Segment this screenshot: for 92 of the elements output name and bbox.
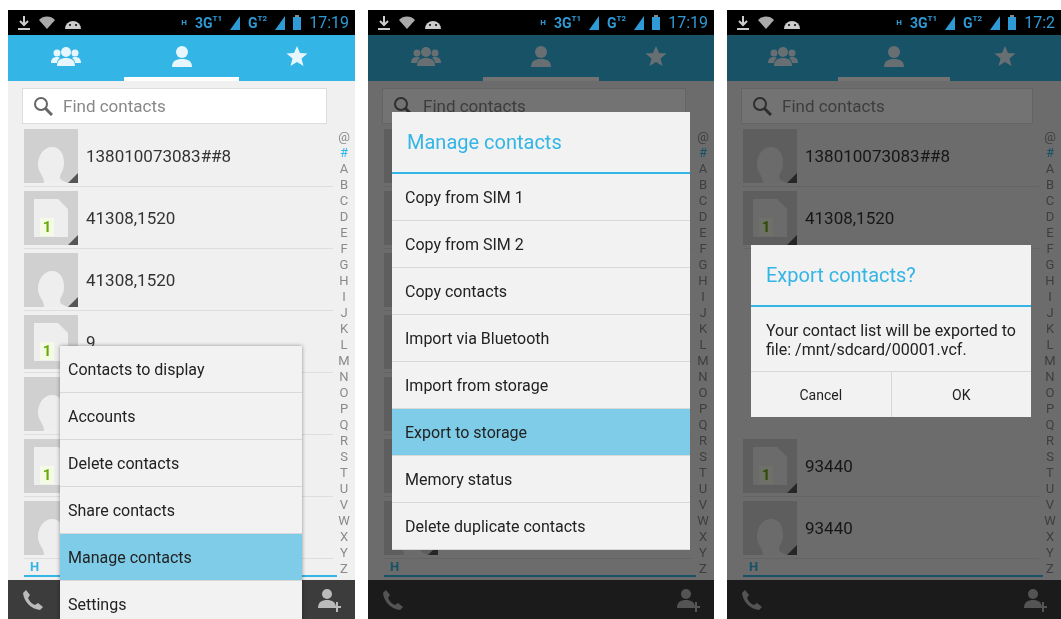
index-letter[interactable]: C (339, 193, 349, 209)
index-letter[interactable]: Y (340, 545, 348, 561)
contact-name[interactable]: 138010073083##8 (86, 145, 232, 166)
wifi-icon (39, 16, 55, 29)
dialog-title: Export contacts? (751, 245, 1031, 307)
contact-name[interactable]: 41308,1520 (86, 207, 176, 228)
data-type-label: H (181, 18, 187, 27)
star-icon (286, 45, 309, 67)
clock-time: 17:19 (668, 13, 708, 32)
index-letter[interactable]: # (1046, 145, 1054, 161)
phone-icon[interactable] (22, 588, 44, 611)
index-letter[interactable]: P (339, 401, 349, 417)
group-icon (767, 45, 798, 67)
contact-name[interactable]: 93440 (805, 455, 853, 476)
index-letter[interactable]: L (340, 337, 348, 353)
signal-icon (275, 15, 286, 30)
group-icon (410, 45, 441, 67)
menu-item[interactable]: Manage contacts (60, 534, 302, 581)
contact-name[interactable]: 41308,1520 (805, 207, 895, 228)
menu-item[interactable]: Accounts (60, 393, 302, 440)
index-letter[interactable]: K (339, 321, 349, 337)
add-contact-icon[interactable] (317, 587, 341, 612)
dialog-button[interactable]: OK (890, 372, 1031, 417)
index-letter[interactable]: # (340, 145, 348, 161)
index-letter[interactable]: Q (339, 417, 349, 433)
index-letter[interactable]: U (339, 481, 349, 497)
index-letter[interactable]: F (340, 241, 348, 257)
signal-icon (945, 15, 956, 30)
group-icon (50, 45, 81, 67)
index-letter[interactable]: I (342, 289, 346, 305)
index-letter[interactable]: J (340, 305, 348, 321)
person-icon (883, 45, 905, 67)
wifi-icon (399, 16, 415, 29)
index-letter[interactable]: A (339, 161, 349, 177)
index-letter[interactable]: R (340, 433, 348, 449)
data-type-label: H (896, 18, 902, 27)
index-letter[interactable]: G (339, 257, 349, 273)
signal-icon (990, 15, 1001, 30)
dialog-option[interactable]: Copy contacts (392, 268, 690, 315)
dialog-option[interactable]: Copy from SIM 1 (392, 174, 690, 221)
contact-name[interactable]: 138010073083##8 (805, 145, 951, 166)
contact-name[interactable]: 41308,1520 (86, 269, 176, 290)
dialog-option[interactable]: Memory status (392, 456, 690, 503)
index-letter[interactable]: V (339, 497, 349, 513)
index-letter[interactable]: H (339, 273, 349, 289)
index-letter[interactable]: O (339, 385, 349, 401)
index-letter[interactable]: W (338, 513, 350, 529)
wifi-icon (758, 16, 774, 29)
menu-item[interactable]: Delete contacts (60, 440, 302, 487)
index-letter[interactable]: # (699, 145, 707, 161)
signal-icon (589, 15, 600, 30)
dialog-message: Your contact list will be exported to file: /mnt/sdcard/00001.vcf. (765, 320, 1017, 361)
dialog-title: Manage contacts (392, 112, 690, 174)
index-letter[interactable]: D (339, 209, 349, 225)
contact-name[interactable]: 93440 (805, 517, 853, 538)
data-type-label: H (540, 18, 546, 27)
index-letter[interactable]: @ (1044, 129, 1056, 145)
star-icon (994, 45, 1017, 67)
index-letter[interactable]: M (338, 353, 350, 369)
dialog-option[interactable]: Delete duplicate contacts (392, 503, 690, 550)
dialog-option[interactable]: Copy from SIM 2 (392, 221, 690, 268)
battery-icon (293, 15, 302, 30)
section-header: H (384, 559, 696, 577)
menu-item[interactable]: Contacts to display (60, 346, 302, 393)
signal-icon (230, 15, 241, 30)
index-letter[interactable]: N (339, 369, 349, 385)
index-letter[interactable]: T (340, 465, 348, 481)
search-icon (33, 96, 53, 116)
search-icon (752, 96, 772, 116)
battery-icon (1008, 15, 1017, 30)
index-letter[interactable]: Z (340, 561, 348, 577)
index-letter[interactable]: S (340, 449, 348, 465)
download-icon (737, 15, 749, 30)
person-icon (170, 45, 193, 67)
search-field[interactable]: Find contacts (22, 88, 327, 124)
star-icon (645, 45, 668, 67)
index-letter[interactable]: B (339, 177, 349, 193)
download-icon (18, 15, 30, 30)
clock-time: 17:19 (309, 13, 349, 32)
index-letter[interactable]: @ (338, 129, 350, 145)
index-letter[interactable]: E (340, 225, 348, 241)
clock-time: 17:2 (1024, 13, 1055, 32)
section-header: H (743, 559, 1043, 577)
signal-icon (634, 15, 645, 30)
person-icon (530, 45, 552, 67)
dialog-button[interactable]: Cancel (751, 372, 891, 417)
download-icon (378, 15, 390, 30)
dialog-option[interactable]: Import via Bluetooth (392, 315, 690, 362)
battery-icon (652, 15, 661, 30)
dialog-option[interactable]: Export to storage (392, 409, 690, 456)
index-letter[interactable]: @ (697, 129, 709, 145)
index-letter[interactable]: X (339, 529, 349, 545)
